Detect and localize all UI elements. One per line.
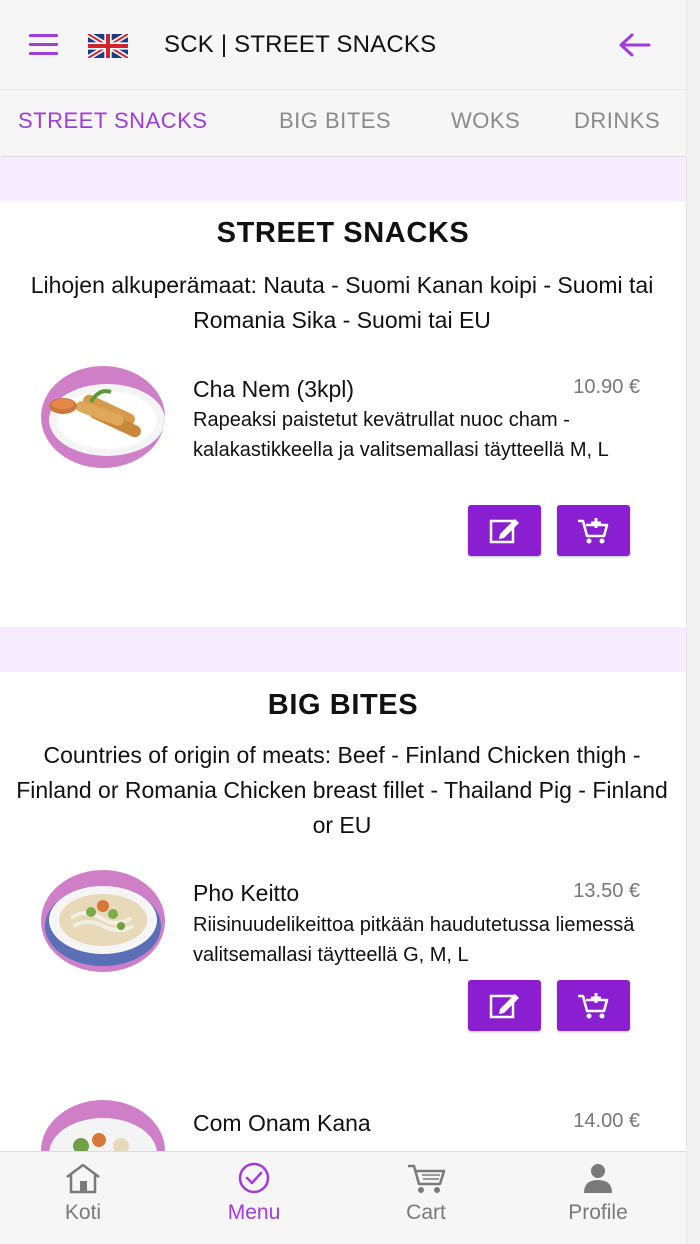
nav-label: Menu [227,1201,281,1224]
section-description: Countries of origin of meats: Beef - Fin… [16,742,668,838]
tab-big-bites[interactable]: BIG BITES [279,108,391,134]
tab-street-snacks[interactable]: STREET SNACKS [18,108,207,134]
nav-label: Cart [406,1201,446,1224]
home-icon [66,1163,100,1194]
edit-icon [489,993,519,1018]
user-icon [584,1164,612,1193]
tab-woks[interactable]: WOKS [451,108,520,134]
cart-plus-icon [577,517,608,543]
app-header: SCK | STREET SNACKS [0,0,686,90]
dish-description: Riisinuudelikeittoa pitkään haudutetussa… [193,914,635,966]
section-title-street-snacks: STREET SNACKS [216,217,470,249]
scrollbar[interactable] [686,0,700,1244]
dish-image-spring-rolls[interactable] [41,366,165,468]
dish-image-pho[interactable] [41,870,165,972]
page-title: SCK | STREET SNACKS [164,31,437,58]
edit-button[interactable] [468,505,541,556]
nav-home[interactable]: Koti [23,1162,143,1225]
dish-price: 10.90 € [573,376,640,398]
nav-cart[interactable]: Cart [366,1162,486,1225]
category-tabs: STREET SNACKS BIG BITES WOKS DRINKS [0,90,686,156]
section-title-big-bites: BIG BITES [267,689,419,721]
bottom-navigation: Koti Menu Cart Profile [0,1151,686,1244]
check-circle-icon [238,1162,270,1194]
edit-button[interactable] [468,980,541,1031]
section-divider [0,627,686,672]
uk-flag-icon[interactable] [88,34,128,58]
add-to-cart-button[interactable] [557,980,630,1031]
hamburger-menu-icon[interactable] [29,34,58,56]
cart-icon [408,1164,446,1193]
section-divider [0,157,686,201]
nav-menu[interactable]: Menu [194,1162,314,1225]
dish-name: Pho Keitto [193,880,300,906]
dish-name: Com Onam Kana [193,1110,371,1136]
nav-profile[interactable]: Profile [538,1162,658,1225]
edit-icon [489,518,519,543]
dish-description: Rapeaksi paistetut kevätrullat nuoc cham… [193,409,609,461]
tab-drinks[interactable]: DRINKS [574,108,660,134]
nav-label: Koti [64,1201,102,1224]
arrow-left-icon[interactable] [616,30,652,60]
section-description: Lihojen alkuperämaat: Nauta - Suomi Kana… [30,272,654,333]
dish-price: 14.00 € [573,1110,640,1132]
dish-price: 13.50 € [573,880,640,902]
add-to-cart-button[interactable] [557,505,630,556]
dish-name: Cha Nem (3kpl) [193,376,355,402]
cart-plus-icon [577,992,608,1018]
nav-label: Profile [568,1201,628,1224]
